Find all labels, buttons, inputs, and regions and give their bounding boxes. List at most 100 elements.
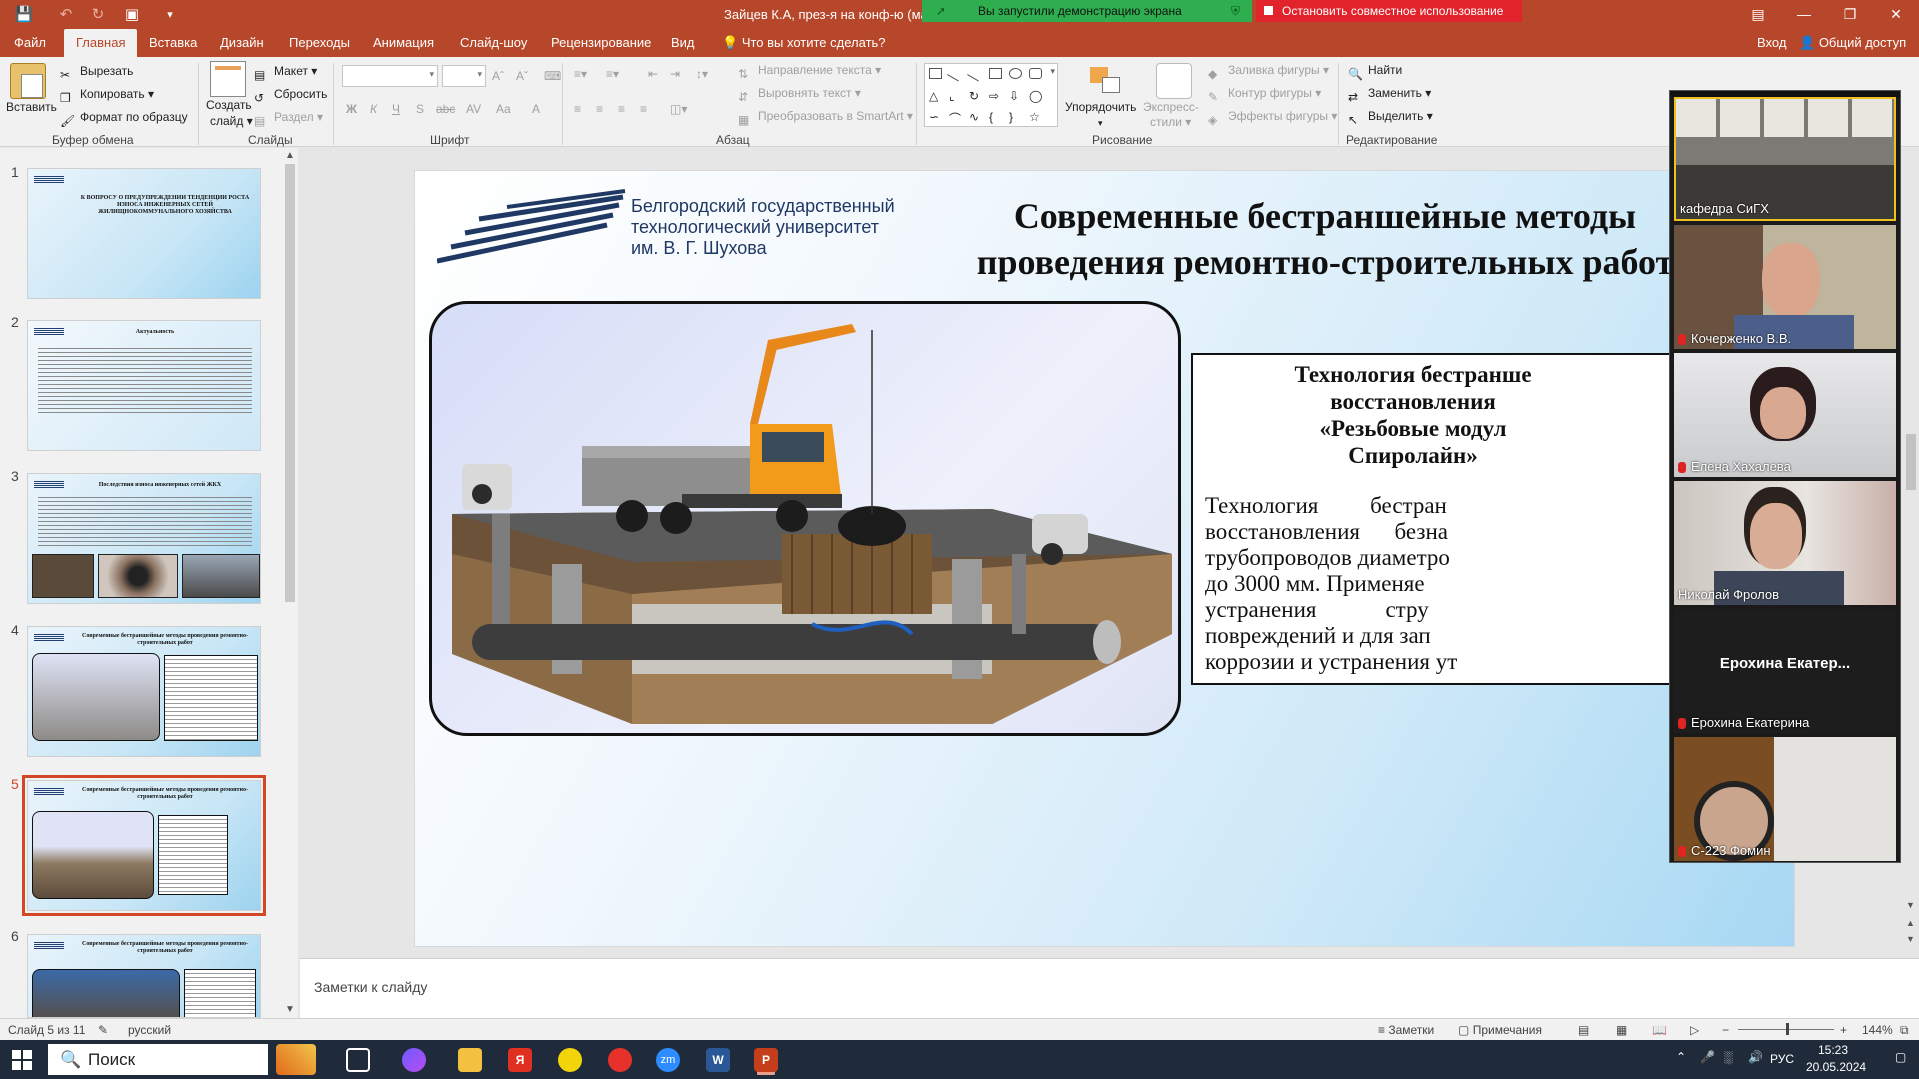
sorter-view-icon[interactable]: ▦ [1616, 1023, 1627, 1037]
arrange-icon[interactable] [1088, 63, 1124, 99]
callout-shape-icon[interactable]: ◯ [1029, 89, 1042, 103]
tell-me-search[interactable]: 💡 Что вы хотите сделать? [722, 29, 886, 57]
bold-button[interactable]: Ж [346, 99, 357, 119]
tab-transitions[interactable]: Переходы [289, 29, 350, 57]
close-button[interactable]: ✕ [1873, 0, 1919, 29]
align-text-button[interactable]: ⇵ Выровнять текст ▾ [738, 83, 861, 104]
rounded-rect-shape-icon[interactable] [1029, 68, 1042, 79]
taskbar-search[interactable]: 🔍 Поиск [48, 1044, 268, 1075]
arc-shape-icon[interactable]: ⌒ [949, 110, 962, 126]
reset-button[interactable]: ↺ Сбросить [254, 84, 327, 105]
paste-icon[interactable] [10, 63, 46, 99]
rectangle-shape-icon[interactable] [989, 68, 1002, 79]
maximize-button[interactable]: ❐ [1827, 0, 1873, 29]
strikethrough-button[interactable]: abc [436, 99, 455, 119]
gallery-more-icon[interactable]: ▾ [1050, 66, 1055, 77]
clear-format-icon[interactable]: ⌨ [544, 66, 561, 86]
tab-design[interactable]: Дизайн [220, 29, 264, 57]
tab-view[interactable]: Вид [671, 29, 695, 57]
underline-button[interactable]: Ч [392, 99, 400, 119]
font-size-select[interactable]: ▾ [442, 65, 486, 87]
yandex-market-icon[interactable] [558, 1048, 582, 1072]
slide-thumbnail-2[interactable]: Актуальность [27, 320, 261, 451]
brace-right-shape-icon[interactable]: } [1009, 110, 1022, 124]
bullets-icon[interactable]: ≡▾ [574, 64, 587, 84]
yandex-icon[interactable]: Я [508, 1048, 532, 1072]
elbow-shape-icon[interactable]: ↻ [969, 89, 982, 103]
yandex-browser-icon[interactable] [608, 1048, 632, 1072]
signin-link[interactable]: Вход [1757, 29, 1786, 57]
char-spacing-button[interactable]: AV [466, 99, 481, 119]
save-icon[interactable]: 💾 [14, 5, 34, 25]
language-indicator[interactable]: русский [128, 1023, 171, 1037]
powerpoint-icon[interactable]: P [754, 1048, 778, 1072]
alice-assistant-icon[interactable] [402, 1048, 426, 1072]
decrease-font-icon[interactable]: Aˇ [516, 66, 528, 86]
scroll-up-icon[interactable]: ▲ [285, 150, 295, 161]
ribbon-display-icon[interactable]: ▤ [1735, 0, 1781, 29]
slide-thumbnail-5[interactable]: Современные бестраншейные методы проведе… [22, 775, 266, 916]
shapes-gallery[interactable]: △ ⌞ ↻ ⇨ ⇩ ◯ ∽ ⌒ ∿ { } ☆ ▾ [924, 63, 1058, 127]
zoom-out-icon[interactable]: − [1722, 1023, 1729, 1037]
indent-increase-icon[interactable]: ⇥ [670, 64, 680, 84]
scroll-thumb[interactable] [285, 164, 295, 602]
zoom-level[interactable]: 144% [1862, 1023, 1893, 1037]
tab-review[interactable]: Рецензирование [551, 29, 651, 57]
align-left-icon[interactable]: ≡ [574, 99, 581, 119]
comments-toggle[interactable]: ▢ Примечания [1458, 1023, 1542, 1037]
notifications-icon[interactable]: ▢ [1895, 1050, 1906, 1064]
tab-insert[interactable]: Вставка [149, 29, 197, 57]
smartart-button[interactable]: ▦ Преобразовать в SmartArt ▾ [738, 106, 913, 127]
customize-toolbar-icon[interactable]: ▾ [160, 5, 180, 25]
quick-styles-button-2[interactable]: стили ▾ [1150, 112, 1191, 132]
connector-shape-icon[interactable]: ⌞ [949, 89, 962, 103]
replace-button[interactable]: ⇄ Заменить ▾ [1348, 83, 1431, 104]
editor-scroll-thumb[interactable] [1906, 434, 1916, 490]
increase-font-icon[interactable]: Aˆ [492, 66, 504, 86]
slide-thumbnail-1[interactable]: К ВОПРОСУ О ПРЕДУПРЕЖДЕНИИ ТЕНДЕНЦИИ РОС… [27, 168, 261, 299]
current-slide[interactable]: Белгородский государственный технологиче… [414, 170, 1795, 947]
slide-thumbnail-3[interactable]: Последствия износа инженерных сетей ЖКХ [27, 473, 261, 604]
tab-slideshow[interactable]: Слайд-шоу [460, 29, 527, 57]
file-explorer-icon[interactable] [458, 1048, 482, 1072]
new-slide-icon[interactable] [210, 61, 246, 97]
microphone-icon[interactable]: 🎤 [1700, 1050, 1715, 1064]
zoom-app-icon[interactable]: zm [656, 1048, 680, 1072]
trenchless-equipment-picture[interactable] [429, 301, 1181, 736]
brace-left-shape-icon[interactable]: { [989, 110, 1002, 124]
align-center-icon[interactable]: ≡ [596, 99, 603, 119]
italic-button[interactable]: К [370, 99, 377, 119]
scroll-down-icon[interactable]: ▼ [285, 1004, 295, 1015]
tab-home[interactable]: Главная [64, 29, 138, 57]
line-shape-icon[interactable] [947, 65, 964, 82]
shape-fill-button[interactable]: ◆ Заливка фигуры ▾ [1208, 60, 1329, 81]
slideshow-view-icon[interactable]: ▷ [1690, 1023, 1699, 1037]
font-color-button[interactable]: A [532, 99, 540, 119]
notes-toggle[interactable]: ≡ Заметки [1378, 1023, 1434, 1037]
tab-animation[interactable]: Анимация [373, 29, 434, 57]
start-icon[interactable] [12, 1050, 32, 1070]
paste-button[interactable]: Вставить [6, 97, 57, 117]
align-right-icon[interactable]: ≡ [618, 99, 625, 119]
share-button[interactable]: 👤 Общий доступ [1799, 29, 1906, 57]
columns-icon[interactable]: ◫▾ [670, 99, 687, 119]
numbering-icon[interactable]: ≡▾ [606, 64, 619, 84]
participant-video-2[interactable]: Кочерженко В.В. [1674, 225, 1896, 349]
justify-icon[interactable]: ≡ [640, 99, 647, 119]
indent-decrease-icon[interactable]: ⇤ [648, 64, 658, 84]
participant-video-5[interactable]: Ерохина Екатер... Ерохина Екатерина [1674, 609, 1896, 733]
text-direction-button[interactable]: ⇅ Направление текста ▾ [738, 60, 881, 81]
down-arrow-shape-icon[interactable]: ⇩ [1009, 89, 1022, 103]
shape-outline-button[interactable]: ✎ Контур фигуры ▾ [1208, 83, 1321, 104]
start-from-beginning-icon[interactable]: ▣ [122, 5, 142, 25]
change-case-button[interactable]: Aa [496, 99, 511, 119]
triangle-shape-icon[interactable]: △ [929, 89, 942, 103]
new-slide-label-2[interactable]: слайд ▾ [210, 111, 253, 131]
textbox-shape-icon[interactable] [929, 68, 942, 79]
star-shape-icon[interactable]: ☆ [1029, 110, 1042, 124]
find-button[interactable]: 🔍 Найти [1348, 60, 1402, 81]
next-slide-icon[interactable]: ▼ [1906, 934, 1915, 944]
clock-date[interactable]: 20.05.2024 [1806, 1060, 1866, 1074]
search-highlight-icon[interactable] [276, 1044, 316, 1075]
line-spacing-icon[interactable]: ↕▾ [696, 64, 708, 84]
